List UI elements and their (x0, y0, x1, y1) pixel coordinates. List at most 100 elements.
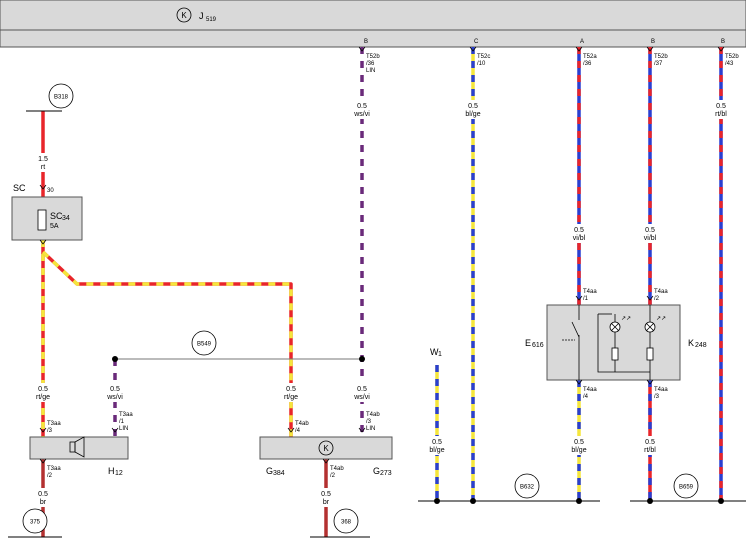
label-br-2-color: br (323, 499, 330, 506)
g273-sub: 273 (380, 470, 392, 477)
conn-t52b-37-line: T52b (654, 54, 668, 60)
wires (41, 47, 723, 537)
bus-pin-b2: B (651, 39, 655, 45)
conn-t4aa-3: T4aa/3 (654, 387, 668, 400)
conn-t4ab-4-line: T4ab (295, 421, 309, 427)
k248-sub: 248 (695, 342, 707, 349)
label-br-1-color: br (40, 499, 47, 506)
conn-t52a-36: T52a/36 (583, 54, 597, 67)
g384-sub: 384 (273, 470, 285, 477)
conn-t52b-36: T52b/36LIN (366, 54, 380, 74)
conn-t4aa-1-line: /1 (583, 296, 589, 302)
label-wsvi-g: 0.5ws/vi (349, 383, 375, 402)
sc-label: SC (13, 183, 26, 193)
conn-t3aa-3-line: /3 (47, 428, 53, 434)
label-vibl-a: 0.5vi/bl (566, 224, 592, 243)
label-rt-fuse: 1.5rt (30, 153, 56, 172)
conn-t4aa-1-line: T4aa (583, 289, 597, 295)
conn-t3aa-1-line: T3aa (119, 412, 133, 418)
conn-t52b-37: T52b/37 (654, 54, 668, 67)
conn-t52b-36-line: LIN (366, 68, 375, 74)
label-blge-w: 0.5bl/ge (424, 436, 450, 455)
label-blge-e-color: bl/ge (571, 447, 586, 454)
conn-t4aa-3-line: T4aa (654, 387, 668, 393)
conn-t4aa-4-line: /4 (583, 394, 589, 400)
fuse-sub: 34 (62, 215, 70, 222)
label-wsvi-g-size: 0.5 (357, 386, 367, 393)
node-b549-label: B549 (197, 342, 212, 348)
wire-rtge-branch (41, 250, 293, 437)
node-b659: B659 (673, 473, 699, 499)
conn-t4aa-4-line: T4aa (583, 387, 597, 393)
e616-sub: 616 (532, 342, 544, 349)
label-rtbl-top-color: rt/bl (715, 111, 727, 118)
node-b632: B632 (514, 473, 540, 499)
lamp-rays-1: ↗↗ (621, 316, 631, 322)
conn-t3aa-1-line: /1 (119, 419, 125, 425)
conn-t52c-10-line: T52c (477, 54, 490, 60)
label-wsvi-h-size: 0.5 (110, 386, 120, 393)
conn-t4ab-3: T4ab/3LIN (366, 412, 380, 432)
label-br-1: 0.5br (30, 488, 56, 507)
label-br-2-size: 0.5 (321, 491, 331, 498)
conn-t4ab-2-line: /2 (330, 473, 336, 479)
node-b659-label: B659 (679, 485, 694, 491)
conn-t52b-43-line: T52b (725, 54, 739, 60)
label-rtge-1: 0.5rt/ge (30, 383, 56, 402)
label-blge-e: 0.5bl/ge (566, 436, 592, 455)
bus-pin-a: A (580, 39, 584, 45)
label-wsvi-top: 0.5ws/vi (349, 100, 375, 119)
control-unit-sub: 519 (206, 17, 217, 23)
label-vibl-a-color: vi/bl (573, 235, 586, 242)
label-rt-fuse-color: rt (41, 164, 45, 171)
label-vibl-b-color: vi/bl (644, 235, 657, 242)
conn-t4aa-3-line: /3 (654, 394, 660, 400)
label-rtge-2-size: 0.5 (286, 386, 296, 393)
label-vibl-a-size: 0.5 (574, 227, 584, 234)
node-b318: B318 (48, 83, 74, 109)
bus-pin-b3: B (721, 39, 725, 45)
conn-t52b-36-line: /36 (366, 61, 375, 67)
label-vibl-b: 0.5vi/bl (637, 224, 663, 243)
pin-30-label: 30 (47, 188, 54, 194)
conn-t3aa-3: T3aa/3 (47, 421, 61, 434)
label-rtbl-top: 0.5rt/bl (708, 100, 734, 119)
conn-t52a-36-line: T52a (583, 54, 597, 60)
conn-t4ab-4: T4ab/4 (295, 421, 309, 434)
label-br-1-size: 0.5 (38, 491, 48, 498)
g273-name: G (373, 466, 380, 476)
label-wsvi-h: 0.5ws/vi (102, 383, 128, 402)
label-rtge-2-color: rt/ge (284, 394, 298, 401)
conn-t4aa-4: T4aa/4 (583, 387, 597, 400)
label-rtge-1-size: 0.5 (38, 386, 48, 393)
label-rtge-1-color: rt/ge (36, 394, 50, 401)
conn-t4ab-3-line: /3 (366, 419, 372, 425)
node-375-label: 375 (30, 520, 41, 526)
conn-t4aa-1: T4aa/1 (583, 289, 597, 302)
label-wsvi-top-color: ws/vi (353, 111, 370, 118)
label-wsvi-g-color: ws/vi (353, 394, 370, 401)
g384-name: G (266, 466, 273, 476)
node-368: 368 (333, 508, 359, 534)
node-368-label: 368 (341, 520, 352, 526)
label-rtbl-k-color: rt/bl (644, 447, 656, 454)
bus-pin-b1: B (364, 39, 368, 45)
control-unit-j519: K J 519 B C A B B (0, 0, 746, 48)
conn-t52c-10-line: /10 (477, 61, 486, 67)
label-rtbl-k: 0.5rt/bl (637, 436, 663, 455)
conn-t3aa-3-line: T3aa (47, 421, 61, 427)
conn-t52b-36-line: T52b (366, 54, 380, 60)
label-blge-top-color: bl/ge (465, 111, 480, 118)
conn-t52a-36-line: /36 (583, 61, 592, 67)
wiring-diagram: K J 519 B C A B B SC SC 34 5A H 12 K G 3… (0, 0, 746, 550)
label-br-2: 0.5br (313, 488, 339, 507)
conn-t4ab-2-line: T4ab (330, 466, 344, 472)
switch-lamp-box-e616-k248: ↗↗ ↗↗ E 616 K 248 (525, 304, 707, 381)
conn-t3aa-2-line: T3aa (47, 466, 61, 472)
conn-t3aa-2: T3aa/2 (47, 466, 61, 479)
conn-t52c-10: T52c/10 (477, 54, 490, 67)
k248-name: K (688, 338, 694, 348)
label-rtbl-k-size: 0.5 (645, 439, 655, 446)
conn-t4ab-2: T4ab/2 (330, 466, 344, 479)
node-375: 375 (22, 508, 48, 534)
